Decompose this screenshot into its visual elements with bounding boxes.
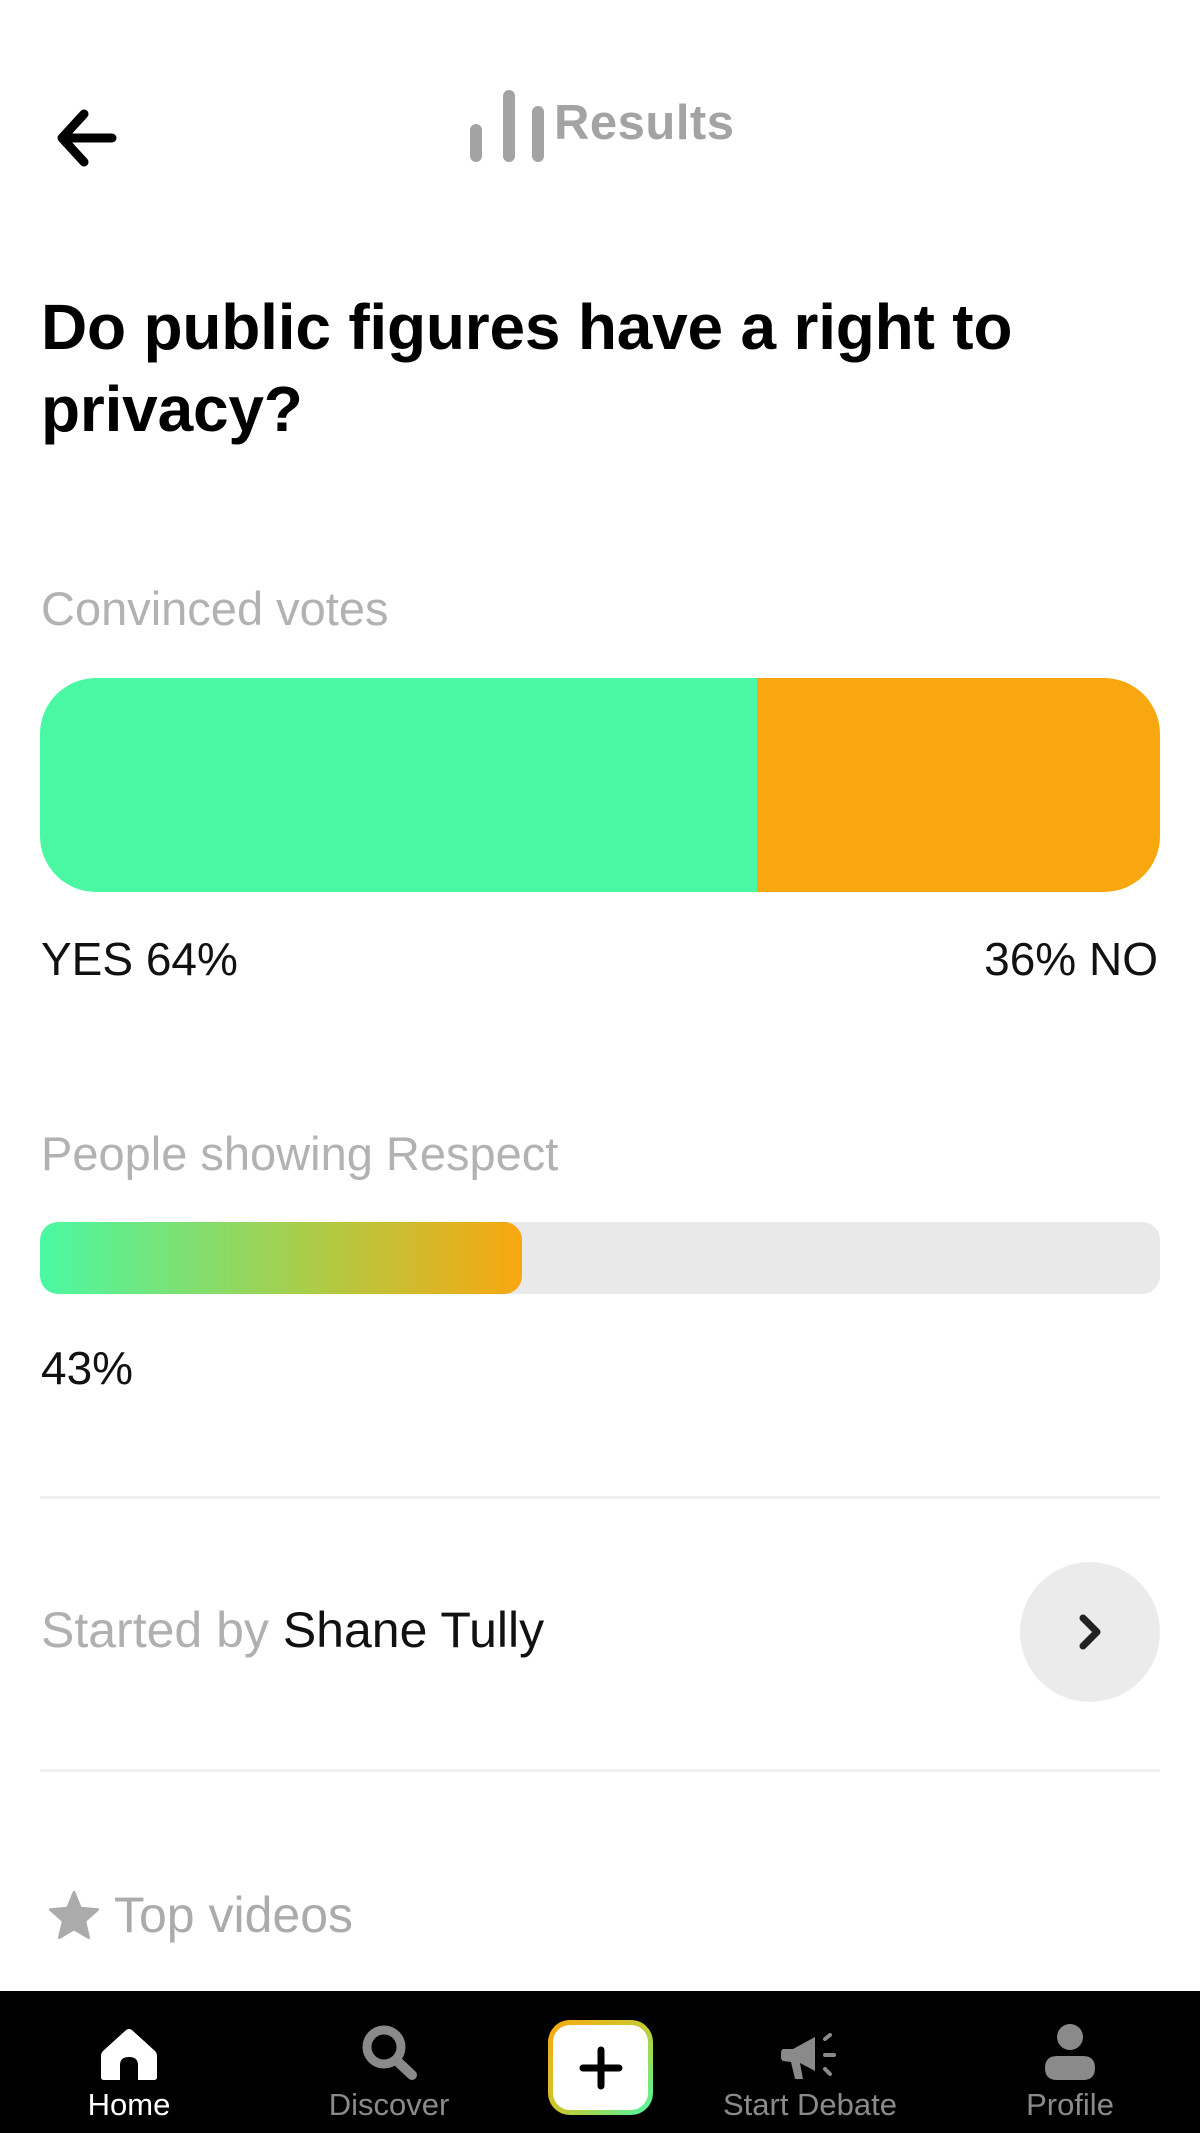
nav-profile[interactable]: Profile <box>1010 1991 1130 2133</box>
author-profile-button[interactable] <box>1020 1562 1160 1702</box>
started-by-row: Started by Shane Tully <box>41 1605 544 1655</box>
yes-segment <box>40 678 757 892</box>
respect-progress-fill <box>40 1222 522 1294</box>
home-icon <box>101 2029 157 2080</box>
nav-discover-label: Discover <box>328 2087 450 2122</box>
respect-progress-bar <box>40 1222 1160 1294</box>
author-name[interactable]: Shane Tully <box>283 1602 544 1658</box>
nav-home-label: Home <box>87 2087 171 2122</box>
arrow-left-icon <box>57 109 117 167</box>
back-button[interactable] <box>50 104 122 172</box>
chevron-right-icon <box>1079 1614 1101 1650</box>
divider <box>40 1769 1160 1772</box>
star-icon <box>48 1890 100 1940</box>
nav-home[interactable]: Home <box>64 1991 194 2133</box>
person-icon <box>1045 2024 1095 2080</box>
megaphone-icon <box>781 2033 836 2079</box>
started-by-prefix: Started by <box>41 1602 269 1658</box>
no-segment <box>756 678 1160 892</box>
bottom-navigation: Home Discover Start Debate Profile <box>0 1991 1200 2133</box>
convinced-votes-bar <box>40 678 1160 892</box>
plus-icon <box>579 2046 622 2089</box>
nav-start-debate[interactable]: Start Debate <box>706 1991 914 2133</box>
nav-start-debate-label: Start Debate <box>722 2087 898 2122</box>
respect-label: People showing Respect <box>41 1127 559 1180</box>
bar-chart-icon <box>470 90 548 162</box>
divider <box>40 1496 1160 1499</box>
yes-percentage: YES 64% <box>41 933 238 985</box>
header-title-text: Results <box>554 96 735 150</box>
create-debate-button[interactable] <box>548 2020 653 2115</box>
debate-question: Do public figures have a right to privac… <box>41 291 1013 445</box>
top-videos-label: Top videos <box>114 1887 354 1943</box>
no-percentage: 36% NO <box>984 933 1158 985</box>
respect-percentage: 43% <box>41 1342 134 1394</box>
nav-profile-label: Profile <box>1026 2087 1114 2122</box>
top-videos-heading: Top videos <box>48 1890 353 1940</box>
convinced-votes-label: Convinced votes <box>41 582 389 635</box>
nav-discover[interactable]: Discover <box>318 1991 460 2133</box>
search-icon <box>362 2025 417 2080</box>
header-title: Results <box>470 82 735 162</box>
